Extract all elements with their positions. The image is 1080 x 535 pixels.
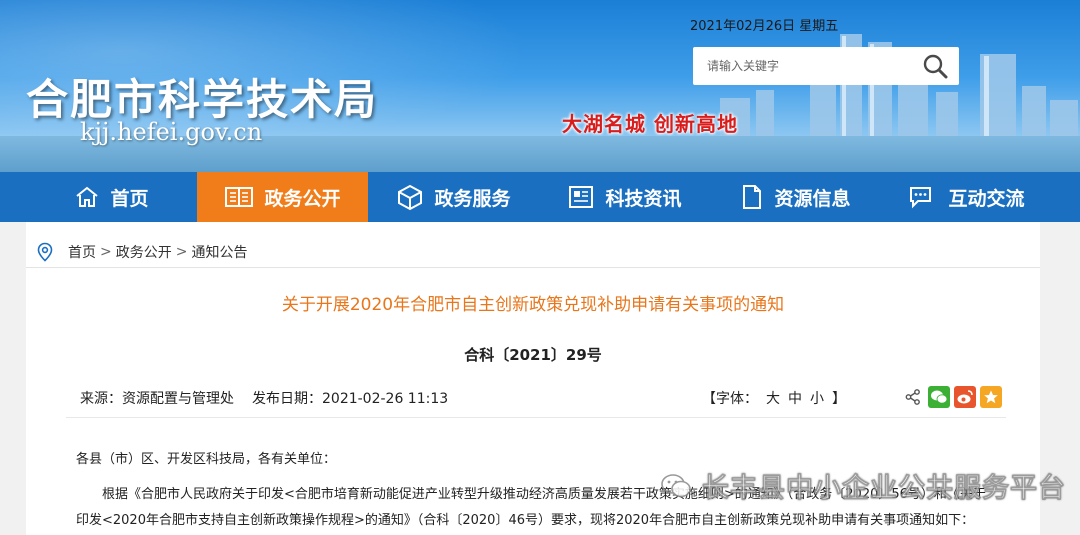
share-buttons — [902, 386, 1002, 408]
breadcrumb-separator: > — [100, 244, 112, 260]
main-nav: 首页 政务公开 政务服务 科技资讯 资源信息 互动交流 — [0, 172, 1080, 222]
nav-label: 首页 — [110, 187, 149, 210]
nav-item-tech-news[interactable]: 科技资讯 — [539, 172, 710, 222]
article-title: 关于开展2020年合肥市自主创新政策兑现补助申请有关事项的通知 — [281, 295, 785, 315]
font-size-small-button[interactable]: 小 — [810, 388, 824, 408]
favorite-icon[interactable] — [980, 386, 1002, 408]
nav-label: 政务公开 — [264, 187, 341, 210]
divider — [66, 417, 1006, 418]
nav-item-interaction[interactable]: 互动交流 — [881, 172, 1052, 222]
breadcrumb-separator: > — [175, 244, 188, 260]
nav-item-government-affairs[interactable]: 政务公开 — [197, 172, 368, 222]
search-icon[interactable] — [911, 47, 959, 85]
cube-icon — [398, 184, 423, 211]
nav-label: 政务服务 — [434, 187, 511, 210]
font-size-large-button[interactable]: 大 — [766, 388, 780, 408]
article-meta: 来源：资源配置与管理处 发布日期：2021-02-26 11:13 — [66, 380, 1006, 416]
slogan: 大湖名城 创新高地 — [562, 112, 738, 136]
nav-label: 互动交流 — [948, 187, 1025, 210]
nav-item-government-services[interactable]: 政务服务 — [368, 172, 539, 222]
search-input[interactable] — [693, 47, 911, 85]
nav-item-resource-info[interactable]: 资源信息 — [710, 172, 881, 222]
article-salutation: 各县（市）区、开发区科技局，各有关单位： — [76, 452, 337, 467]
site-domain: kjj.hefei.gov.cn — [80, 118, 263, 146]
book-icon — [225, 187, 254, 207]
font-size-medium-button[interactable]: 中 — [788, 388, 802, 408]
news-icon — [569, 186, 594, 208]
article-paragraph: 印发<2020年合肥市支持自主创新政策操作规程>的通知》（合科〔2020〕46号… — [76, 513, 975, 528]
nav-label: 科技资讯 — [605, 187, 682, 210]
wechat-channel-icon — [661, 473, 691, 497]
document-icon — [743, 185, 762, 209]
font-size-label: 【字体： — [702, 391, 758, 407]
article-source: 来源：资源配置与管理处 — [80, 391, 234, 407]
font-size-control: 【字体： 大 中 小 】 — [702, 388, 846, 408]
home-icon — [76, 186, 99, 207]
weibo-icon[interactable] — [954, 386, 976, 408]
divider — [26, 267, 1040, 268]
breadcrumb-notices[interactable]: 通知公告 — [191, 242, 247, 262]
breadcrumb-government-affairs[interactable]: 政务公开 — [116, 242, 172, 262]
nav-label: 资源信息 — [774, 187, 851, 210]
breadcrumb: 首页 > 政务公开 > 通知公告 — [36, 242, 247, 262]
breadcrumb-home[interactable]: 首页 — [68, 242, 96, 262]
current-date: 2021年02月26日 星期五 — [690, 19, 839, 34]
location-pin-icon — [37, 242, 53, 262]
font-size-end: 】 — [832, 391, 846, 407]
document-number: 合科〔2021〕29号 — [464, 346, 602, 364]
article-publish-date: 发布日期：2021-02-26 11:13 — [252, 391, 449, 407]
chat-icon — [910, 187, 932, 209]
share-icon[interactable] — [902, 386, 924, 408]
watermark: 长丰县中小企业公共服务平台 — [660, 466, 1066, 505]
search-box — [693, 47, 959, 85]
wechat-icon[interactable] — [928, 386, 950, 408]
nav-item-home[interactable]: 首页 — [26, 172, 197, 222]
header-banner: 合肥市科学技术局 kjj.hefei.gov.cn 2021年02月26日 星期… — [0, 0, 1080, 172]
watermark-text: 长丰县中小企业公共服务平台 — [702, 473, 1066, 505]
